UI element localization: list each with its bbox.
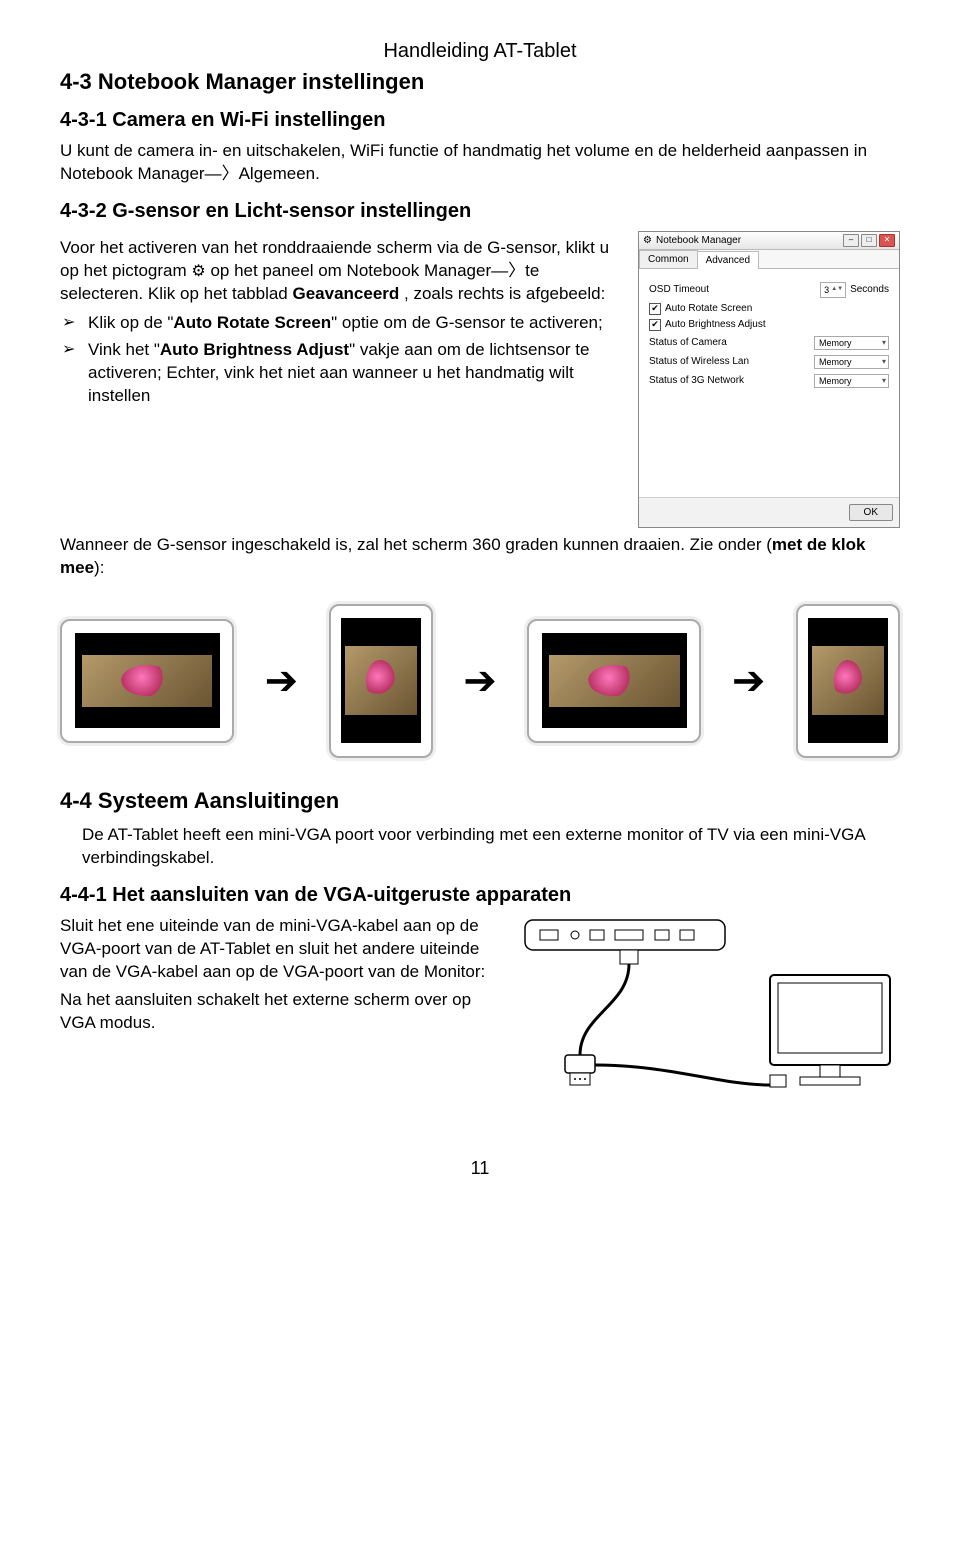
p432-part-c: , zoals rechts is afgebeeld: — [404, 284, 605, 303]
nm-tabs: Common Advanced — [639, 250, 899, 269]
section-4-3-1-title: 4-3-1 Camera en Wi-Fi instellingen — [60, 109, 900, 132]
nm-titlebar: ⚙ Notebook Manager – □ ✕ — [639, 232, 899, 250]
b2-a: Vink het " — [88, 340, 160, 359]
tablet-landscape-2 — [527, 619, 701, 743]
tab-advanced[interactable]: Advanced — [697, 251, 759, 269]
status-camera-label: Status of Camera — [649, 337, 814, 348]
status-camera-select[interactable]: Memory — [814, 336, 889, 350]
tablet-landscape-1 — [60, 619, 234, 743]
p432b-b: ): — [94, 558, 104, 577]
vga-connection-diagram — [520, 915, 900, 1125]
photo-placeholder-icon — [549, 655, 680, 707]
osd-timeout-unit: Seconds — [850, 284, 889, 295]
page-number: 11 — [60, 1158, 900, 1179]
photo-placeholder-icon — [345, 646, 417, 715]
checkbox-checked-icon: ✔ — [649, 303, 661, 315]
osd-timeout-value: 3 — [824, 285, 829, 295]
tab-common[interactable]: Common — [639, 250, 698, 268]
spinner-arrows-icon: ▲▼ — [831, 287, 843, 292]
osd-timeout-label: OSD Timeout — [649, 284, 820, 295]
auto-rotate-term: Auto Rotate Screen — [173, 313, 331, 332]
ok-button[interactable]: OK — [849, 504, 893, 521]
section-4-4-1-title: 4-4-1 Het aansluiten van de VGA-uitgerus… — [60, 884, 900, 907]
auto-brightness-term: Auto Brightness Adjust — [160, 340, 349, 359]
photo-placeholder-icon — [82, 655, 213, 707]
nm-app-icon: ⚙ — [643, 235, 652, 246]
rotation-diagram: ➔ ➔ ➔ — [60, 604, 900, 758]
osd-timeout-spinner[interactable]: 3 ▲▼ — [820, 282, 846, 298]
nm-title-text: Notebook Manager — [656, 235, 741, 246]
b1-a: Klik op de " — [88, 313, 173, 332]
section-4-4-1-paragraph-1: Sluit het ene uiteinde van de mini-VGA-k… — [60, 915, 500, 984]
auto-rotate-checkbox-row[interactable]: ✔ Auto Rotate Screen — [649, 303, 889, 315]
tablet-portrait-2 — [796, 604, 900, 758]
b1-b: " optie om de G-sensor te activeren; — [331, 313, 603, 332]
auto-rotate-label: Auto Rotate Screen — [665, 303, 752, 314]
status-3g-select[interactable]: Memory — [814, 374, 889, 388]
close-button[interactable]: ✕ — [879, 234, 895, 247]
auto-brightness-checkbox-row[interactable]: ✔ Auto Brightness Adjust — [649, 319, 889, 331]
auto-brightness-label: Auto Brightness Adjust — [665, 319, 766, 330]
section-4-3-2-paragraph-1: Voor het activeren van het ronddraaiende… — [60, 237, 620, 306]
status-3g-label: Status of 3G Network — [649, 375, 814, 386]
geavanceerd-term: Geavanceerd — [292, 284, 399, 303]
status-wlan-label: Status of Wireless Lan — [649, 356, 814, 367]
section-4-4-1-paragraph-2: Na het aansluiten schakelt het externe s… — [60, 989, 500, 1035]
bullet-auto-rotate: Klik op de "Auto Rotate Screen" optie om… — [60, 312, 620, 335]
section-4-3-title: 4-3 Notebook Manager instellingen — [60, 69, 900, 95]
gear-icon: ⚙ — [191, 261, 205, 283]
photo-placeholder-icon — [812, 646, 884, 715]
arrow-right-icon: ➔ — [463, 661, 497, 701]
maximize-button[interactable]: □ — [861, 234, 877, 247]
section-4-3-2-title: 4-3-2 G-sensor en Licht-sensor instellin… — [60, 200, 900, 223]
bullet-auto-brightness: Vink het "Auto Brightness Adjust" vakje … — [60, 339, 620, 408]
checkbox-checked-icon: ✔ — [649, 319, 661, 331]
p432b-a: Wanneer de G-sensor ingeschakeld is, zal… — [60, 535, 772, 554]
page-header: Handleiding AT-Tablet — [60, 40, 900, 63]
notebook-manager-window: ⚙ Notebook Manager – □ ✕ Common Advanced… — [638, 231, 900, 528]
section-4-4-paragraph: De AT-Tablet heeft een mini-VGA poort vo… — [60, 824, 900, 870]
section-4-3-2-paragraph-2: Wanneer de G-sensor ingeschakeld is, zal… — [60, 534, 900, 580]
section-4-3-1-paragraph: U kunt de camera in- en uitschakelen, Wi… — [60, 140, 900, 186]
section-4-4-title: 4-4 Systeem Aansluitingen — [60, 788, 900, 814]
arrow-right-icon: ➔ — [265, 661, 299, 701]
status-wlan-select[interactable]: Memory — [814, 355, 889, 369]
minimize-button[interactable]: – — [843, 234, 859, 247]
tablet-portrait-1 — [329, 604, 433, 758]
arrow-right-icon: ➔ — [732, 661, 766, 701]
